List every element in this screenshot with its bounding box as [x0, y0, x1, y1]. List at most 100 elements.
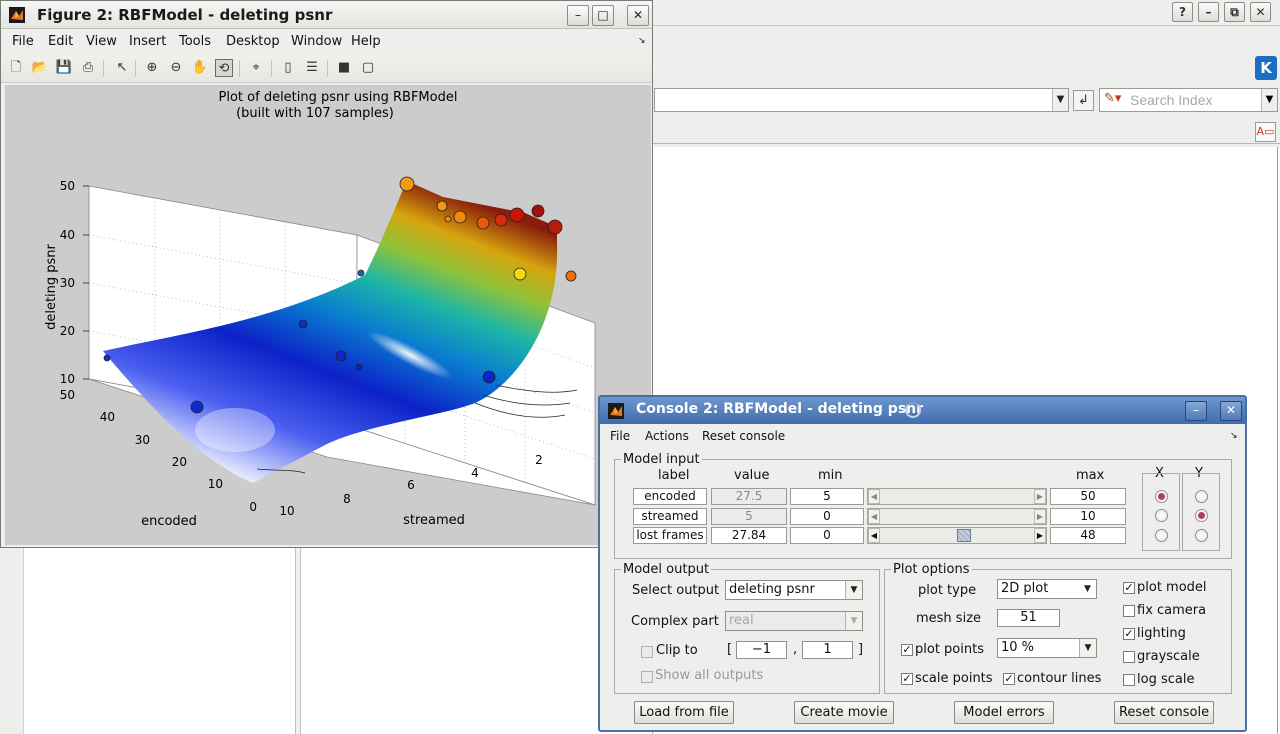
streamed-tick-label: 10: [279, 504, 294, 518]
x-radio[interactable]: [1155, 490, 1168, 503]
colorbar-icon[interactable]: ▯: [279, 59, 297, 77]
plot-points-combo[interactable]: 10 % ▼: [997, 638, 1097, 658]
slider-thumb[interactable]: [957, 529, 971, 542]
zoom-in-icon[interactable]: ⊕: [143, 59, 161, 77]
log-scale-checkbox[interactable]: [1123, 674, 1135, 686]
plot-type-combo[interactable]: 2D plot ▼: [997, 579, 1097, 599]
go-button[interactable]: ↲: [1073, 90, 1094, 111]
y-radio[interactable]: [1195, 529, 1208, 542]
menu-file[interactable]: File: [610, 429, 630, 443]
select-output-combo[interactable]: deleting psnr ▼: [725, 580, 863, 600]
chevron-down-icon[interactable]: ▼: [1079, 580, 1096, 598]
dock-arrow-icon[interactable]: ↘: [638, 36, 646, 46]
data-cursor-icon[interactable]: ⌖: [247, 59, 265, 77]
fix-camera-checkbox[interactable]: [1123, 605, 1135, 617]
menu-help[interactable]: Help: [351, 34, 381, 49]
clip-to-checkbox[interactable]: [641, 646, 653, 658]
busy-spinner-icon: [905, 402, 921, 418]
pan-hand-icon[interactable]: ✋: [191, 59, 209, 77]
input-value-field[interactable]: 27.84: [711, 527, 787, 544]
figure-titlebar[interactable]: Figure 2: RBFModel - deleting psnr – □ ✕: [1, 1, 652, 29]
hide-plot-tools-icon[interactable]: ■: [335, 59, 353, 77]
y-radio[interactable]: [1195, 509, 1208, 522]
surface-plot[interactable]: Plot of deleting psnr using RBFModel (bu…: [5, 85, 651, 545]
menu-actions[interactable]: Actions: [645, 429, 689, 443]
minimize-button[interactable]: –: [567, 5, 589, 26]
address-combo[interactable]: ▼: [654, 88, 1069, 112]
plot-type-value: 2D plot: [1001, 581, 1049, 596]
zoom-out-icon[interactable]: ⊖: [167, 59, 185, 77]
menu-tools[interactable]: Tools: [179, 34, 211, 49]
menu-reset-console[interactable]: Reset console: [702, 429, 785, 443]
create-movie-button[interactable]: Create movie: [794, 701, 894, 724]
restore-button[interactable]: ⧉: [1224, 2, 1245, 22]
chevron-down-icon[interactable]: ▼: [1052, 89, 1068, 111]
dock-arrow-icon[interactable]: ↘: [1230, 431, 1238, 441]
menu-view[interactable]: View: [86, 34, 117, 49]
save-icon[interactable]: 💾: [55, 59, 73, 77]
help-button[interactable]: ?: [1172, 2, 1193, 22]
chevron-down-icon[interactable]: ▼: [1079, 639, 1096, 657]
menu-insert[interactable]: Insert: [129, 34, 166, 49]
search-index-field[interactable]: ✎▾ Search Index ▼: [1099, 88, 1278, 112]
close-button[interactable]: ✕: [627, 5, 649, 26]
menu-desktop[interactable]: Desktop: [226, 34, 280, 49]
input-value-cell: 27.5: [711, 488, 787, 505]
input-max-field[interactable]: 10: [1050, 508, 1126, 525]
input-label-cell: encoded: [633, 488, 707, 505]
plot-model-checkbox[interactable]: ✓: [1123, 582, 1135, 594]
input-min-field[interactable]: 0: [790, 527, 864, 544]
encoded-tick-label: 0: [249, 500, 257, 514]
grayscale-checkbox[interactable]: [1123, 651, 1135, 663]
clip-bracket-open: [: [727, 642, 733, 657]
input-min-field[interactable]: 0: [790, 508, 864, 525]
input-max-field[interactable]: 48: [1050, 527, 1126, 544]
new-file-icon[interactable]: 🗋: [7, 59, 25, 77]
x-radio[interactable]: [1155, 509, 1168, 522]
minimize-button[interactable]: –: [1185, 401, 1207, 421]
maximize-button[interactable]: □: [592, 5, 614, 26]
slider-left-arrow-icon[interactable]: ◀: [868, 528, 880, 543]
legend-icon[interactable]: ☰: [303, 59, 321, 77]
slider-right-arrow-icon[interactable]: ▶: [1034, 528, 1046, 543]
console-titlebar[interactable]: Console 2: RBFModel - deleting psnr – ✕: [600, 397, 1245, 424]
menu-file[interactable]: File: [12, 34, 34, 49]
rotate-3d-icon[interactable]: ⟲: [215, 59, 233, 77]
z-tick-label: 10: [60, 372, 75, 386]
minimize-button[interactable]: –: [1198, 2, 1219, 22]
clip-max-field[interactable]: 1: [802, 641, 853, 659]
contour-lines-checkbox[interactable]: ✓: [1003, 673, 1015, 685]
print-icon[interactable]: ⎙: [79, 59, 97, 77]
group-title: Plot options: [893, 562, 970, 577]
close-button[interactable]: ✕: [1250, 2, 1271, 22]
input-min-field[interactable]: 5: [790, 488, 864, 505]
close-button[interactable]: ✕: [1220, 401, 1242, 421]
clip-min-field[interactable]: −1: [736, 641, 787, 659]
toolbar-separator: [239, 60, 240, 77]
mesh-size-field[interactable]: 51: [997, 609, 1060, 627]
reset-console-button[interactable]: Reset console: [1114, 701, 1214, 724]
plot-points-checkbox[interactable]: ✓: [901, 644, 913, 656]
lighting-checkbox[interactable]: ✓: [1123, 628, 1135, 640]
show-plot-tools-icon[interactable]: ▢: [359, 59, 377, 77]
chevron-down-icon[interactable]: ▼: [1261, 89, 1277, 111]
select-arrow-icon[interactable]: ↖: [113, 59, 131, 77]
open-file-icon[interactable]: 📂: [31, 59, 49, 77]
new-tab-icon[interactable]: A▭: [1255, 122, 1276, 142]
scale-points-checkbox[interactable]: ✓: [901, 673, 913, 685]
contour-lines-label: contour lines: [1017, 671, 1102, 686]
plot-area[interactable]: Plot of deleting psnr using RBFModel (bu…: [5, 85, 651, 545]
input-slider[interactable]: ◀ ▶: [867, 527, 1047, 544]
input-label-cell: streamed: [633, 508, 707, 525]
model-errors-button[interactable]: Model errors: [954, 701, 1054, 724]
axis-ticks: [83, 185, 89, 380]
y-radio[interactable]: [1195, 490, 1208, 503]
chevron-down-icon[interactable]: ▼: [845, 581, 862, 599]
select-output-label: Select output: [632, 583, 720, 598]
load-from-file-button[interactable]: Load from file: [634, 701, 734, 724]
input-max-field[interactable]: 50: [1050, 488, 1126, 505]
x-radio[interactable]: [1155, 529, 1168, 542]
menu-window[interactable]: Window: [291, 34, 342, 49]
pane-splitter[interactable]: [295, 548, 301, 734]
menu-edit[interactable]: Edit: [48, 34, 73, 49]
